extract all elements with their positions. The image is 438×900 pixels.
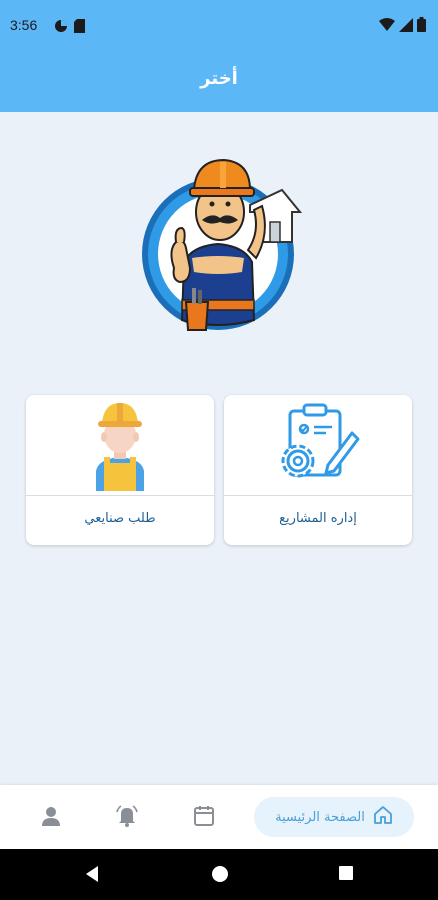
nav-profile[interactable] (38, 805, 64, 831)
profile-icon (40, 805, 62, 831)
calendar-icon (193, 805, 215, 831)
home-circle-icon[interactable] (211, 865, 229, 887)
nav-calendar[interactable] (191, 805, 217, 831)
signal-icon (399, 17, 413, 36)
back-icon[interactable] (84, 865, 100, 887)
status-time: 3:56 (10, 17, 38, 33)
sim-card-icon (74, 18, 85, 37)
page-title: أختر (200, 68, 238, 89)
app-bar: أختر (0, 50, 438, 112)
project-management-card[interactable]: إداره المشاريع (224, 395, 412, 545)
status-right-icons (379, 17, 426, 36)
card-divider (26, 495, 214, 496)
worker-mascot-logo (132, 150, 304, 336)
project-management-icon (224, 395, 412, 495)
data-saver-icon (54, 18, 68, 37)
bottom-navigation: الصفحة الرئيسية (0, 785, 438, 849)
nav-home-label: الصفحة الرئيسية (275, 809, 365, 825)
battery-icon (417, 17, 426, 36)
recents-icon[interactable] (338, 865, 354, 885)
wifi-icon (379, 17, 395, 36)
request-worker-card[interactable]: طلب صنايعي (26, 395, 214, 545)
system-navigation-bar (0, 849, 438, 900)
status-left-icons (54, 18, 85, 37)
nav-notifications[interactable] (114, 805, 140, 831)
project-management-label: إداره المشاريع (279, 511, 357, 526)
worker-icon (26, 395, 214, 495)
home-icon (373, 805, 393, 829)
request-worker-label: طلب صنايعي (84, 511, 156, 526)
nav-home[interactable]: الصفحة الرئيسية (254, 797, 414, 837)
card-divider (224, 495, 412, 496)
status-bar: 3:56 (0, 0, 438, 50)
notifications-icon (115, 804, 139, 832)
